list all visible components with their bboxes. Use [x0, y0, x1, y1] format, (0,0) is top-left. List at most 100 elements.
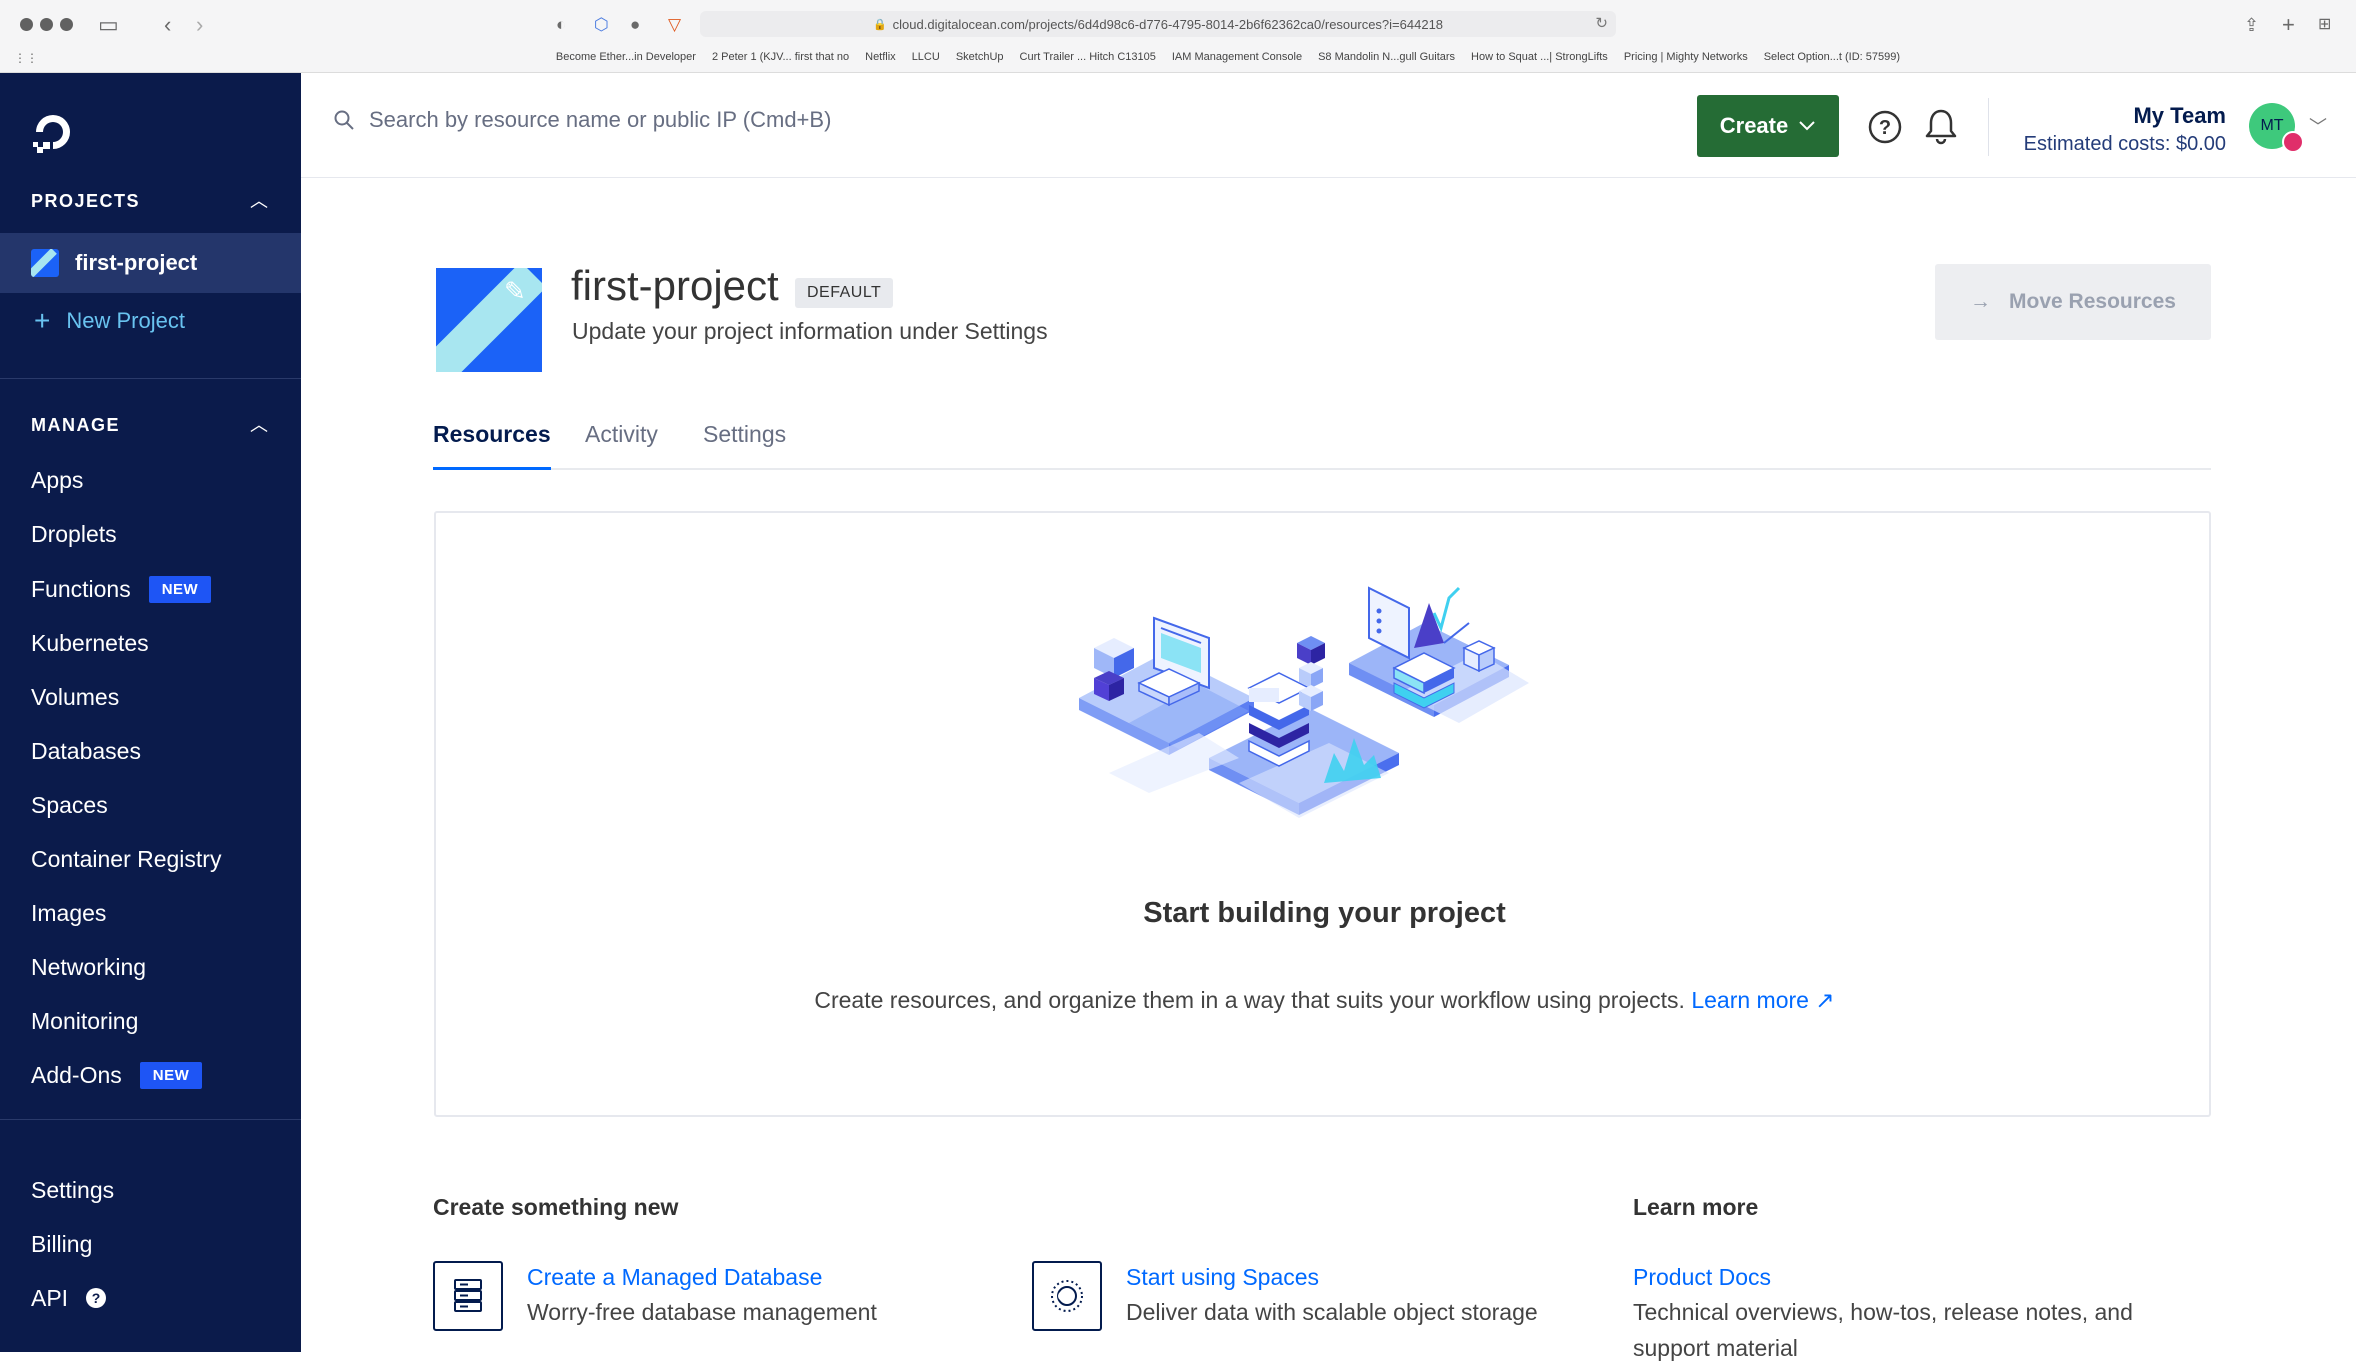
sidebar-item-add-ons[interactable]: Add-Ons NEW — [31, 1057, 203, 1093]
back-icon[interactable]: ‹ — [164, 11, 171, 39]
sidebar-item-label: Images — [31, 899, 107, 926]
favorite-link[interactable]: S8 Mandolin N...gull Guitars — [1318, 51, 1455, 69]
arrow-right-icon: → — [1970, 290, 1992, 313]
sidebar-item-apps[interactable]: Apps — [31, 462, 83, 498]
sidebar-toggle-icon[interactable]: ▭ — [98, 11, 119, 39]
projects-collapse-chevron-icon[interactable]: ︿ — [250, 187, 268, 213]
sidebar: PROJECTS ︿ first-project + New Project M… — [0, 73, 301, 1352]
sidebar-item-images[interactable]: Images — [31, 895, 106, 931]
sidebar-item-functions[interactable]: Functions NEW — [31, 571, 212, 607]
favorite-link[interactable]: Become Ether...in Developer — [556, 51, 696, 69]
favorite-link[interactable]: Netflix — [865, 51, 896, 69]
share-icon[interactable]: ⇪ — [2244, 11, 2259, 39]
topbar-separator — [1988, 98, 1989, 156]
empty-state-description: Create resources, and organize them in a… — [814, 987, 1685, 1013]
favorite-link[interactable]: Curt Trailer ... Hitch C13105 — [1020, 51, 1156, 69]
sidebar-item-first-project[interactable]: first-project — [0, 233, 301, 293]
privacy-shield-icon[interactable]: ◐ — [556, 11, 566, 39]
account-chevron-down-icon[interactable]: ﹀ — [2309, 113, 2327, 139]
project-icon — [31, 249, 59, 277]
search-input[interactable]: Search by resource name or public IP (Cm… — [333, 107, 831, 133]
digitalocean-logo-icon[interactable] — [30, 109, 76, 155]
close-window-button[interactable] — [20, 18, 33, 31]
new-project-label: New Project — [66, 308, 185, 333]
product-docs-desc: Technical overviews, how-tos, release no… — [1633, 1299, 2133, 1361]
team-info[interactable]: My Team Estimated costs: $0.00 — [2024, 103, 2226, 156]
sidebar-item-api[interactable]: API? — [31, 1280, 107, 1316]
start-using-spaces-link[interactable]: Start using Spaces — [1126, 1264, 1319, 1291]
notifications-bell-icon[interactable] — [1923, 107, 1959, 145]
sidebar-item-container-registry[interactable]: Container Registry — [31, 841, 221, 877]
sidebar-item-monitoring[interactable]: Monitoring — [31, 1003, 138, 1039]
sidebar-item-label: Kubernetes — [31, 629, 149, 656]
extension-m-icon[interactable]: ● — [630, 11, 640, 39]
sidebar-item-label: Volumes — [31, 683, 120, 710]
tab-overview-icon[interactable]: ⊞ — [2318, 11, 2331, 39]
sidebar-item-networking[interactable]: Networking — [31, 949, 146, 985]
reload-icon[interactable]: ↻ — [1595, 14, 1608, 32]
new-tab-icon[interactable]: + — [2282, 11, 2295, 39]
projects-header[interactable]: PROJECTS — [31, 191, 140, 212]
api-help-icon[interactable]: ? — [86, 1288, 107, 1308]
sidebar-item-label: Settings — [31, 1176, 115, 1203]
move-resources-button[interactable]: → Move Resources — [1935, 264, 2211, 340]
new-project-link[interactable]: + New Project — [34, 301, 185, 341]
favorite-link[interactable]: 2 Peter 1 (KJV... first that no — [712, 51, 849, 69]
tab-resources[interactable]: Resources — [433, 421, 551, 470]
project-name: first-project — [75, 250, 198, 275]
new-badge: NEW — [148, 575, 212, 603]
learn-more-link[interactable]: Learn more ↗ — [1691, 987, 1834, 1013]
address-bar[interactable]: 🔒 cloud.digitalocean.com/projects/6d4d98… — [700, 11, 1616, 37]
sidebar-divider — [0, 378, 301, 379]
sidebar-item-volumes[interactable]: Volumes — [31, 679, 119, 715]
tab-activity[interactable]: Activity — [585, 421, 658, 470]
learn-more-header: Learn more — [1633, 1194, 1759, 1220]
sidebar-item-spaces[interactable]: Spaces — [31, 787, 108, 823]
empty-state-text: Create resources, and organize them in a… — [436, 987, 2213, 1014]
extension-icon[interactable]: ⬡ — [594, 11, 609, 39]
sidebar-item-settings[interactable]: Settings — [31, 1172, 114, 1208]
sidebar-item-label: Apps — [31, 466, 84, 493]
tab-settings[interactable]: Settings — [703, 421, 786, 470]
project-tabs: Resources Activity Settings — [433, 403, 2211, 470]
minimize-window-button[interactable] — [40, 18, 53, 31]
sidebar-item-billing[interactable]: Billing — [31, 1226, 92, 1262]
start-using-spaces-desc: Deliver data with scalable object storag… — [1126, 1299, 1538, 1325]
move-resources-label: Move Resources — [2009, 290, 2176, 313]
sidebar-item-label: Monitoring — [31, 1007, 139, 1034]
forward-icon[interactable]: › — [196, 11, 203, 39]
favorite-link[interactable]: Select Option...t (ID: 57599) — [1764, 51, 1900, 69]
svg-text:?: ? — [1879, 117, 1891, 139]
manage-collapse-chevron-icon[interactable]: ︿ — [250, 411, 268, 437]
create-label: Create — [1719, 113, 1789, 138]
create-managed-database-link[interactable]: Create a Managed Database — [527, 1264, 822, 1291]
extension-brave-icon[interactable]: ▽ — [668, 11, 681, 39]
favorite-link[interactable]: LLCU — [912, 51, 940, 69]
top-bar: Search by resource name or public IP (Cm… — [301, 73, 2356, 178]
avatar-status-badge — [2282, 131, 2304, 153]
favorite-link[interactable]: Pricing | Mighty Networks — [1624, 51, 1748, 69]
project-logo: ✎ — [436, 268, 542, 372]
isometric-illustration — [1079, 586, 1529, 818]
default-badge: DEFAULT — [795, 278, 894, 308]
sidebar-item-kubernetes[interactable]: Kubernetes — [31, 625, 149, 661]
create-button[interactable]: Create — [1697, 95, 1839, 157]
favorite-link[interactable]: How to Squat ...| StrongLifts — [1471, 51, 1608, 69]
sidebar-item-label: Databases — [31, 737, 141, 764]
favorite-link[interactable]: IAM Management Console — [1172, 51, 1302, 69]
sidebar-item-label: Container Registry — [31, 845, 222, 872]
spaces-icon — [1032, 1261, 1102, 1331]
favorite-link[interactable]: SketchUp — [956, 51, 1004, 69]
main-content: ✎ first-project DEFAULT Update your proj… — [301, 178, 2356, 1361]
empty-state-card: Start building your project Create resou… — [434, 511, 2211, 1117]
sidebar-item-droplets[interactable]: Droplets — [31, 516, 117, 552]
help-icon[interactable]: ? — [1867, 109, 1903, 145]
plus-icon: + — [34, 305, 51, 336]
lock-icon: 🔒 — [872, 18, 887, 31]
zoom-window-button[interactable] — [60, 18, 73, 31]
sidebar-divider — [0, 1119, 301, 1120]
manage-header[interactable]: MANAGE — [31, 415, 120, 436]
product-docs-link[interactable]: Product Docs — [1633, 1264, 1771, 1291]
sidebar-item-databases[interactable]: Databases — [31, 733, 141, 769]
create-something-new-header: Create something new — [433, 1194, 679, 1220]
